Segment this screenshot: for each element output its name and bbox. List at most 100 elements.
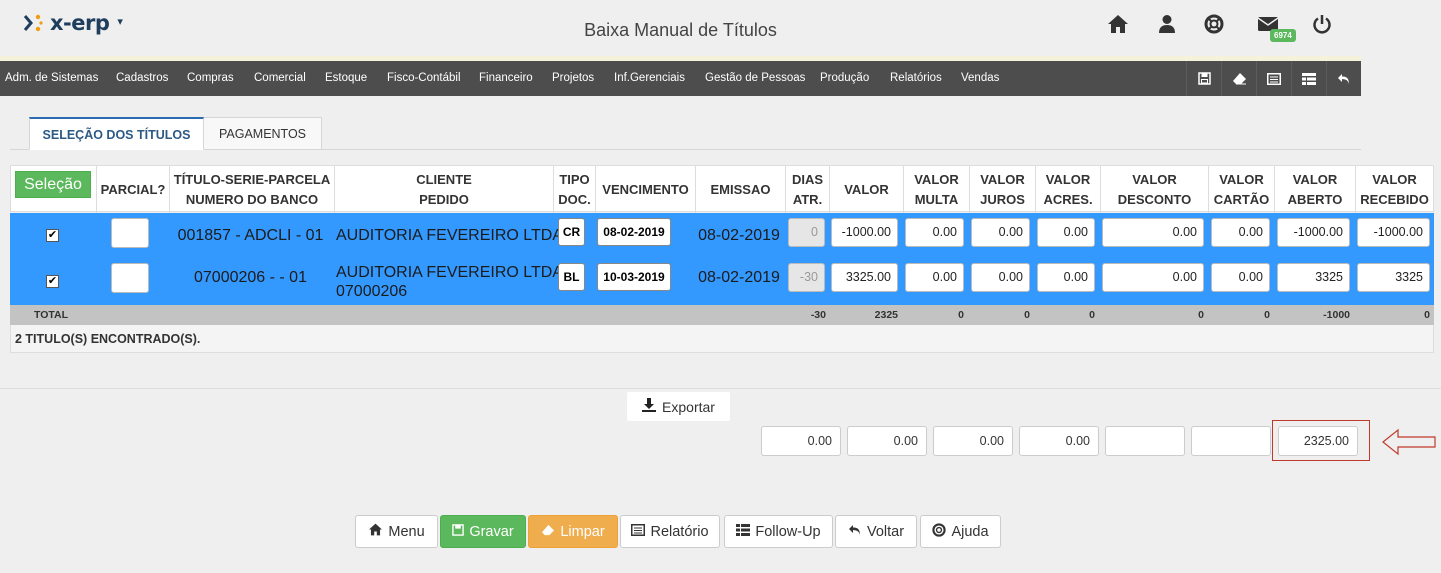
menu-item-estoque[interactable]: Estoque (325, 61, 367, 96)
multa-input[interactable]: 0.00 (905, 263, 964, 292)
menu-item-relatorios[interactable]: Relatórios (890, 61, 942, 96)
selection-button[interactable]: Seleção (15, 171, 91, 198)
save-button[interactable]: Gravar (440, 515, 526, 548)
partial-input[interactable] (111, 263, 149, 293)
col-header-vencimento[interactable]: VENCIMENTO (595, 166, 695, 213)
row-select-checkbox[interactable]: ✔ (46, 275, 59, 288)
lifebuoy-icon[interactable] (1201, 11, 1227, 37)
col-header-parcial[interactable]: PARCIAL? (96, 166, 169, 213)
col-header-dias-atr[interactable]: DIAS ATR. (785, 166, 829, 213)
menu-item-gestao-pessoas[interactable]: Gestão de Pessoas (705, 61, 805, 96)
menu-item-projetos[interactable]: Projetos (552, 61, 594, 96)
menu-item-comercial[interactable]: Comercial (254, 61, 306, 96)
table-row[interactable]: ✔ 001857 - ADCLI - 01 AUDITORIA FEVEREIR… (10, 213, 1434, 259)
cartao-input[interactable]: 0.00 (1211, 218, 1270, 247)
desconto-input[interactable]: 0.00 (1102, 218, 1204, 247)
summary-cartao-input[interactable] (1105, 426, 1185, 456)
main-menubar: Adm. de Sistemas Cadastros Compras Comer… (0, 61, 1361, 96)
menu-item-inf-gerenciais[interactable]: Inf.Gerenciais (614, 61, 685, 96)
col-header-titulo[interactable]: TÍTULO-SERIE-PARCELA NUMERO DO BANCO (169, 166, 334, 213)
col-label: JUROS (980, 191, 1025, 207)
col-label: DOC. (558, 191, 591, 207)
table-icon[interactable] (1291, 61, 1326, 96)
juros-input[interactable]: 0.00 (971, 218, 1030, 247)
undo-icon[interactable] (1326, 61, 1361, 96)
recebido-input[interactable]: -1000.00 (1357, 218, 1430, 247)
vencimento-input[interactable]: 08-02-2019 (597, 218, 671, 246)
user-icon[interactable] (1154, 11, 1180, 37)
col-header-valor[interactable]: VALOR (829, 166, 903, 213)
valor-input[interactable]: -1000.00 (831, 218, 898, 247)
recebido-input[interactable]: 3325 (1357, 263, 1430, 292)
row-select-checkbox[interactable]: ✔ (46, 229, 59, 242)
clear-button[interactable]: Limpar (528, 515, 618, 548)
summary-juros-input[interactable]: 0.00 (847, 426, 927, 456)
col-label: VALOR (914, 171, 959, 187)
multa-input[interactable]: 0.00 (905, 218, 964, 247)
cartao-input[interactable]: 0.00 (1211, 263, 1270, 292)
col-header-valor-desconto[interactable]: VALOR DESCONTO (1100, 166, 1208, 213)
col-header-valor-acres[interactable]: VALOR ACRES. (1035, 166, 1100, 213)
menu-item-fisco-contabil[interactable]: Fisco-Contábil (387, 61, 461, 96)
eraser-icon[interactable] (1221, 61, 1256, 96)
menu-item-compras[interactable]: Compras (187, 61, 234, 96)
table-icon (736, 523, 751, 540)
col-label: EMISSAO (710, 181, 771, 197)
col-header-valor-juros[interactable]: VALOR JUROS (969, 166, 1035, 213)
lifebuoy-icon (932, 522, 947, 541)
partial-input[interactable] (111, 218, 149, 248)
summary-desconto-input[interactable]: 0.00 (1019, 426, 1099, 456)
menu-item-adm-sistemas[interactable]: Adm. de Sistemas (5, 61, 98, 96)
menu-button-label: Menu (388, 523, 425, 540)
cliente-cell: AUDITORIA FEVEREIRO LTDA (336, 227, 564, 244)
menu-button[interactable]: Menu (355, 515, 438, 548)
total-acres: 0 (1089, 309, 1095, 321)
save-icon[interactable] (1186, 61, 1221, 96)
col-label: VALOR (1219, 171, 1264, 187)
col-label: DIAS (791, 171, 824, 187)
vencimento-input[interactable]: 10-03-2019 (597, 263, 671, 291)
col-header-valor-cartao[interactable]: VALOR CARTÃO (1208, 166, 1274, 213)
eraser-icon (541, 524, 555, 540)
home-icon[interactable] (1105, 11, 1131, 37)
follow-up-button[interactable]: Follow-Up (724, 515, 833, 548)
power-icon[interactable] (1309, 11, 1335, 37)
menu-item-producao[interactable]: Produção (820, 61, 869, 96)
col-header-emissao[interactable]: EMISSAO (695, 166, 785, 213)
summary-acres-input[interactable]: 0.00 (933, 426, 1013, 456)
col-label: PARCIAL? (100, 181, 166, 197)
col-label: MULTA (914, 191, 959, 207)
aberto-input[interactable]: 3325 (1277, 263, 1350, 292)
desconto-input[interactable]: 0.00 (1102, 263, 1204, 292)
col-header-valor-multa[interactable]: VALOR MULTA (903, 166, 969, 213)
menu-item-cadastros[interactable]: Cadastros (116, 61, 168, 96)
acrescimo-input[interactable]: 0.00 (1037, 263, 1095, 292)
table-row[interactable]: ✔ 07000206 - - 01 AUDITORIA FEVEREIRO LT… (10, 259, 1434, 305)
list-icon[interactable] (1256, 61, 1291, 96)
summary-aberto-input[interactable] (1191, 426, 1271, 456)
col-header-cliente[interactable]: CLIENTE PEDIDO (334, 166, 553, 213)
col-header-tipo-doc[interactable]: TIPO DOC. (553, 166, 595, 213)
export-label: Exportar (662, 398, 715, 415)
help-button[interactable]: Ajuda (920, 515, 1001, 548)
export-button[interactable]: Exportar (627, 392, 730, 421)
menu-item-financeiro[interactable]: Financeiro (479, 61, 533, 96)
juros-input[interactable]: 0.00 (971, 263, 1030, 292)
col-label: VALOR (1292, 171, 1338, 187)
valor-input[interactable]: 3325.00 (831, 263, 898, 292)
totals-row: TOTAL -30 2325 0 0 0 0 0 -1000 0 (10, 305, 1434, 325)
acrescimo-input[interactable]: 0.00 (1037, 218, 1095, 247)
aberto-input[interactable]: -1000.00 (1277, 218, 1350, 247)
tipo-doc-badge: BL (558, 263, 585, 291)
col-header-valor-recebido[interactable]: VALOR RECEBIDO (1355, 166, 1433, 213)
col-header-valor-aberto[interactable]: VALOR ABERTO (1274, 166, 1355, 213)
report-button[interactable]: Relatório (620, 515, 720, 548)
total-highlight-box (1272, 420, 1370, 461)
tab-selecao-titulos[interactable]: SELEÇÃO DOS TÍTULOS (29, 117, 204, 150)
col-label: VALOR (844, 181, 889, 197)
summary-multa-input[interactable]: 0.00 (761, 426, 841, 456)
back-button[interactable]: Voltar (835, 515, 917, 548)
menu-item-vendas[interactable]: Vendas (961, 61, 999, 96)
tab-pagamentos[interactable]: PAGAMENTOS (204, 117, 322, 150)
mail-badge: 6974 (1270, 29, 1296, 42)
